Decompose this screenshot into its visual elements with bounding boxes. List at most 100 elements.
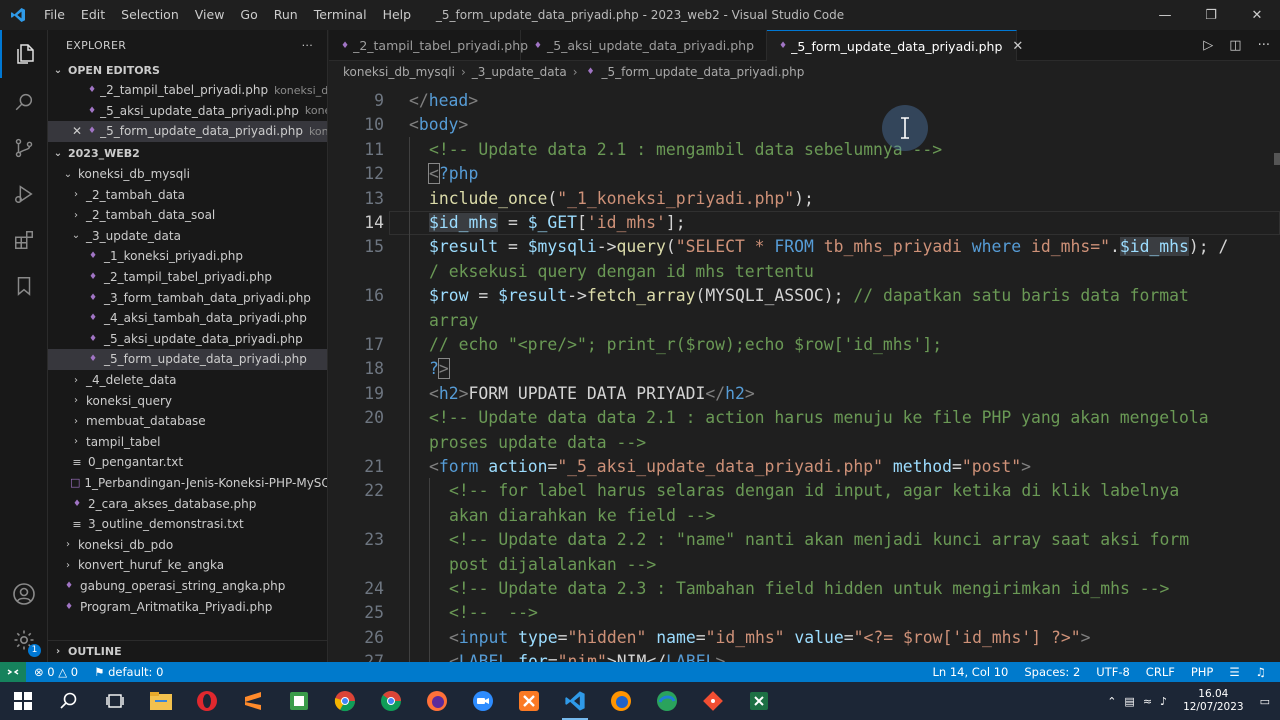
indentation[interactable]: Spaces: 2 bbox=[1016, 665, 1088, 679]
chrome-icon[interactable] bbox=[322, 682, 368, 720]
folder-item[interactable]: › _2_tambah_data_soal bbox=[48, 205, 327, 226]
bookmark-icon[interactable] bbox=[0, 262, 48, 310]
file-item[interactable]: ♦ _1_koneksi_priyadi.php bbox=[48, 246, 327, 267]
menu-go[interactable]: Go bbox=[232, 0, 265, 30]
menu-selection[interactable]: Selection bbox=[113, 0, 187, 30]
feedback-icon[interactable]: ☰ bbox=[1221, 665, 1247, 679]
file-name: 0_pengantar.txt bbox=[88, 455, 184, 470]
git-icon[interactable] bbox=[690, 682, 736, 720]
chevron-up-icon[interactable]: ⌃ bbox=[1107, 695, 1116, 708]
encoding[interactable]: UTF-8 bbox=[1088, 665, 1138, 679]
source-control-icon[interactable] bbox=[0, 124, 48, 172]
notepad-icon[interactable] bbox=[276, 682, 322, 720]
menu-terminal[interactable]: Terminal bbox=[306, 0, 375, 30]
folder-item[interactable]: › koneksi_query bbox=[48, 390, 327, 411]
file-item[interactable]: ♦ _4_aksi_tambah_data_priyadi.php bbox=[48, 308, 327, 329]
open-editors-header[interactable]: ⌄ OPEN EDITORS bbox=[48, 60, 327, 80]
file-item[interactable]: ♦ 2_cara_akses_database.php bbox=[48, 493, 327, 514]
cursor-position[interactable]: Ln 14, Col 10 bbox=[925, 665, 1017, 679]
menu-view[interactable]: View bbox=[187, 0, 233, 30]
file-item[interactable]: ♦ gabung_operasi_string_angka.php bbox=[48, 576, 327, 597]
line-ending[interactable]: CRLF bbox=[1138, 665, 1183, 679]
file-item[interactable]: ♦ _5_aksi_update_data_priyadi.php bbox=[48, 329, 327, 350]
search-icon[interactable] bbox=[0, 78, 48, 126]
clock[interactable]: 16.04 12/07/2023 bbox=[1183, 688, 1244, 714]
close-editor-icon[interactable]: ✕ bbox=[72, 124, 82, 138]
workspace-header[interactable]: ⌄ 2023_WEB2 bbox=[48, 144, 327, 164]
folder-item[interactable]: › koneksi_db_pdo bbox=[48, 534, 327, 555]
open-preview-icon[interactable]: ▷ bbox=[1203, 38, 1213, 53]
wifi-icon[interactable]: ≈ bbox=[1143, 695, 1152, 708]
sublime-icon[interactable] bbox=[230, 682, 276, 720]
chrome-alt-icon[interactable] bbox=[368, 682, 414, 720]
file-item[interactable]: ≡ 3_outline_demonstrasi.txt bbox=[48, 514, 327, 535]
code-line: <body> bbox=[329, 113, 1280, 137]
breadcrumb-item[interactable]: _3_update_data bbox=[472, 65, 567, 79]
files-icon[interactable] bbox=[0, 30, 48, 78]
menu-edit[interactable]: Edit bbox=[73, 0, 113, 30]
minimize-icon[interactable]: — bbox=[1142, 0, 1188, 30]
edge-icon[interactable] bbox=[644, 682, 690, 720]
php-file-icon: ♦ bbox=[88, 292, 98, 303]
folder-item[interactable]: › _2_tambah_data bbox=[48, 184, 327, 205]
code-editor[interactable]: 9 10 11 12 13 14 15 16 17 18 19 20 21 22… bbox=[329, 83, 1280, 662]
opera-icon[interactable] bbox=[184, 682, 230, 720]
file-item[interactable]: ≡ 0_pengantar.txt bbox=[48, 452, 327, 473]
windows-start-icon[interactable] bbox=[0, 682, 46, 720]
remote-icon[interactable] bbox=[0, 662, 26, 682]
file-item-selected[interactable]: ♦ _5_form_update_data_priyadi.php bbox=[48, 349, 327, 370]
file-item[interactable]: ♦ _2_tampil_tabel_priyadi.php bbox=[48, 267, 327, 288]
volume-icon[interactable]: ♪ bbox=[1160, 695, 1167, 708]
folder-item[interactable]: › tampil_tabel bbox=[48, 432, 327, 453]
file-item[interactable]: □ 1_Perbandingan-Jenis-Koneksi-PHP-MySQ.… bbox=[48, 473, 327, 494]
notifications-bell-icon[interactable]: ♫ bbox=[1248, 665, 1274, 679]
problems-indicator[interactable]: ⊗ 0 △ 0 bbox=[26, 665, 86, 679]
folder-item[interactable]: › konvert_huruf_ke_angka bbox=[48, 555, 327, 576]
scrollbar-thumb[interactable] bbox=[1274, 153, 1280, 165]
more-actions-icon[interactable]: ··· bbox=[302, 39, 313, 52]
file-item[interactable]: ♦ _3_form_tambah_data_priyadi.php bbox=[48, 287, 327, 308]
network-icon[interactable]: ▤ bbox=[1124, 695, 1134, 708]
close-tab-icon[interactable]: ✕ bbox=[1012, 39, 1023, 54]
close-window-icon[interactable]: ✕ bbox=[1234, 0, 1280, 30]
tab-aksi-update[interactable]: ♦ _5_aksi_update_data_priyadi.php bbox=[521, 30, 767, 61]
xampp-icon[interactable] bbox=[506, 682, 552, 720]
open-editor-item-active[interactable]: ✕ ♦ _5_form_update_data_priyadi.php kone… bbox=[48, 121, 327, 142]
excel-icon[interactable] bbox=[736, 682, 782, 720]
folder-item[interactable]: ⌄ koneksi_db_mysqli bbox=[48, 164, 327, 185]
zoom-icon[interactable] bbox=[460, 682, 506, 720]
outline-header[interactable]: › OUTLINE bbox=[48, 640, 327, 662]
code-token: FROM bbox=[774, 237, 814, 257]
branch-indicator[interactable]: ⚑ default: 0 bbox=[86, 665, 171, 679]
tab-form-update-active[interactable]: ♦ _5_form_update_data_priyadi.php ✕ bbox=[767, 30, 1023, 61]
extensions-icon[interactable] bbox=[0, 216, 48, 264]
task-view-icon[interactable] bbox=[92, 682, 138, 720]
menu-run[interactable]: Run bbox=[266, 0, 306, 30]
tab-tampil-tabel[interactable]: ♦ _2_tampil_tabel_priyadi.php bbox=[329, 30, 528, 61]
open-editor-item[interactable]: ♦ _5_aksi_update_data_priyadi.php konek.… bbox=[48, 101, 327, 122]
firefox-icon[interactable] bbox=[414, 682, 460, 720]
breadcrumb-item[interactable]: koneksi_db_mysqli bbox=[343, 65, 455, 79]
more-actions-icon[interactable]: ··· bbox=[1258, 38, 1270, 53]
status-right: Ln 14, Col 10 Spaces: 2 UTF-8 CRLF PHP ☰… bbox=[925, 662, 1274, 682]
split-editor-icon[interactable]: ◫ bbox=[1229, 38, 1241, 53]
menu-help[interactable]: Help bbox=[375, 0, 420, 30]
vscode-icon[interactable] bbox=[552, 682, 598, 720]
file-explorer-icon[interactable] bbox=[138, 682, 184, 720]
code-token: = bbox=[468, 286, 499, 306]
menu-file[interactable]: File bbox=[36, 0, 73, 30]
language-mode[interactable]: PHP bbox=[1183, 665, 1222, 679]
notification-center-icon[interactable]: ▭ bbox=[1260, 695, 1270, 708]
settings-gear-icon[interactable]: 1 bbox=[0, 616, 48, 664]
search-icon[interactable] bbox=[46, 682, 92, 720]
restore-icon[interactable]: ❐ bbox=[1188, 0, 1234, 30]
breadcrumb-item[interactable]: _5_form_update_data_priyadi.php bbox=[602, 65, 805, 79]
open-editor-item[interactable]: ♦ _2_tampil_tabel_priyadi.php koneksi_db… bbox=[48, 80, 327, 101]
file-item[interactable]: ♦ Program_Aritmatika_Priyadi.php bbox=[48, 596, 327, 617]
folder-item[interactable]: ⌄ _3_update_data bbox=[48, 226, 327, 247]
firefox-alt-icon[interactable] bbox=[598, 682, 644, 720]
folder-item[interactable]: › _4_delete_data bbox=[48, 370, 327, 391]
account-icon[interactable] bbox=[0, 570, 48, 618]
run-debug-icon[interactable] bbox=[0, 170, 48, 218]
folder-item[interactable]: › membuat_database bbox=[48, 411, 327, 432]
